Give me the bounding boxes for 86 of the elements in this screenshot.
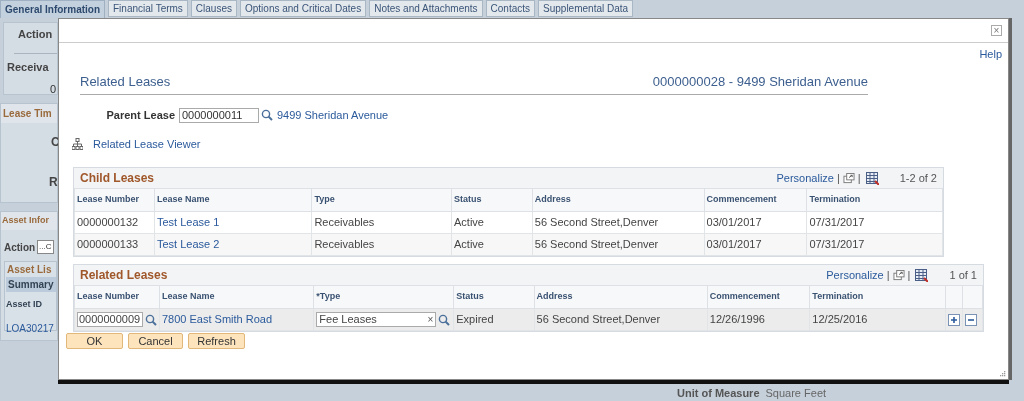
field-label: Action [18,27,54,42]
parent-lease-link[interactable]: 9499 Sheridan Avenue [277,107,389,124]
table-cell: 56 Second Street,Denver [534,238,659,251]
add-row-button[interactable] [948,313,960,326]
separator-text: | [836,170,840,186]
page-range-text: 1-2 of 2 [899,170,937,186]
new-window-icon[interactable] [842,172,855,184]
field-label: Action [4,240,36,255]
search-icon[interactable] [438,313,451,326]
column-header: Address [534,194,571,205]
asset-id-link[interactable]: LOA30217 [6,321,56,336]
field-value: Square Feet [765,386,827,401]
page-subtitle: 0000000028 - 9499 Sheridan Avenue [652,72,868,91]
delete-row-button[interactable] [965,313,977,326]
field-label: Receiva [7,59,50,75]
table-cell: 0000000133 [77,238,139,251]
table-cell: 0000000132 [77,216,139,229]
table-cell: 12/25/2016 [812,313,868,326]
personalize-link[interactable]: Personalize [776,169,834,187]
page-range-text: 1 of 1 [949,267,977,283]
action-dropdown[interactable]: ...C [37,240,54,254]
column-header: Lease Name [156,194,210,205]
tab[interactable]: Supplemental Data [538,0,634,17]
tab[interactable]: Notes and Attachments [369,0,483,17]
download-grid-icon[interactable] [915,268,929,282]
column-header: Status [454,194,482,205]
table-cell: Receivables [314,216,375,229]
grid-title: Related Leases [80,267,168,284]
help-link[interactable]: Help [979,46,1002,63]
separator-text: | [886,267,890,283]
field-value: 0 [50,82,57,97]
column-header: Address [536,291,573,302]
column-header: Commencement [706,194,777,205]
table-cell: 56 Second Street,Denver [534,216,659,229]
section-header: Lease Tim [1,104,57,123]
table-cell: 03/01/2017 [706,216,762,229]
column-header: Lease Name [162,291,215,302]
table-cell: Expired [456,313,494,326]
page-title: Related Leases [80,72,171,91]
close-button[interactable]: × [991,25,1002,36]
column-header: Termination [809,194,861,205]
column-header: Commencement [709,291,780,302]
new-window-icon[interactable] [892,269,905,281]
grid-title: Child Leases [80,170,155,187]
grid-tab[interactable]: Summary [6,276,56,292]
table-cell: Active [454,238,484,251]
hierarchy-icon [72,137,83,150]
table-cell: 56 Second Street,Denver [536,313,661,326]
dialog-button[interactable]: OK [66,333,123,349]
table-cell: Receivables [314,238,375,251]
type-field[interactable]: Fee Leases × [316,312,437,327]
clear-icon[interactable]: × [427,312,434,327]
search-icon[interactable] [261,109,273,122]
table-cell: 12/26/1996 [709,313,765,326]
table-cell: 03/01/2017 [706,238,762,251]
grid-header: Asset Lis [6,262,53,277]
column-header: Lease Number [77,291,140,302]
table-cell: Active [454,216,484,229]
search-icon[interactable] [145,313,157,326]
column-header: *Type [316,291,341,302]
column-header: Status [456,291,484,302]
column-header: Termination [812,291,864,302]
table-cell: 07/31/2017 [809,238,865,251]
section-header: Asset Infor [1,212,57,230]
related-lease-viewer-link[interactable]: Related Lease Viewer [93,135,201,152]
personalize-link[interactable]: Personalize [826,266,884,284]
column-header: Type [314,194,335,205]
download-grid-icon[interactable] [865,171,879,185]
column-header: Lease Number [77,194,140,205]
separator-text: | [907,267,911,283]
field-label: Parent Lease [105,108,176,123]
column-header: Asset ID [6,297,43,311]
tab[interactable]: Financial Terms [108,0,188,17]
tab[interactable]: General Information [0,0,105,18]
field-label: R [49,174,57,191]
tab[interactable]: Clauses [190,0,237,17]
resize-grip-icon[interactable] [999,370,1006,377]
field-label: Unit of Measure [677,386,760,401]
dialog-button[interactable]: Cancel [128,333,183,349]
tab[interactable]: Contacts [485,0,536,17]
tab[interactable]: Options and Critical Dates [240,0,367,17]
parent-lease-field[interactable]: 0000000011 [179,107,259,123]
separator-text: | [857,170,861,186]
dialog-button[interactable]: Refresh [188,333,245,349]
lease-number-field[interactable]: 0000000009 [77,312,143,327]
table-cell: 07/31/2017 [809,216,865,229]
